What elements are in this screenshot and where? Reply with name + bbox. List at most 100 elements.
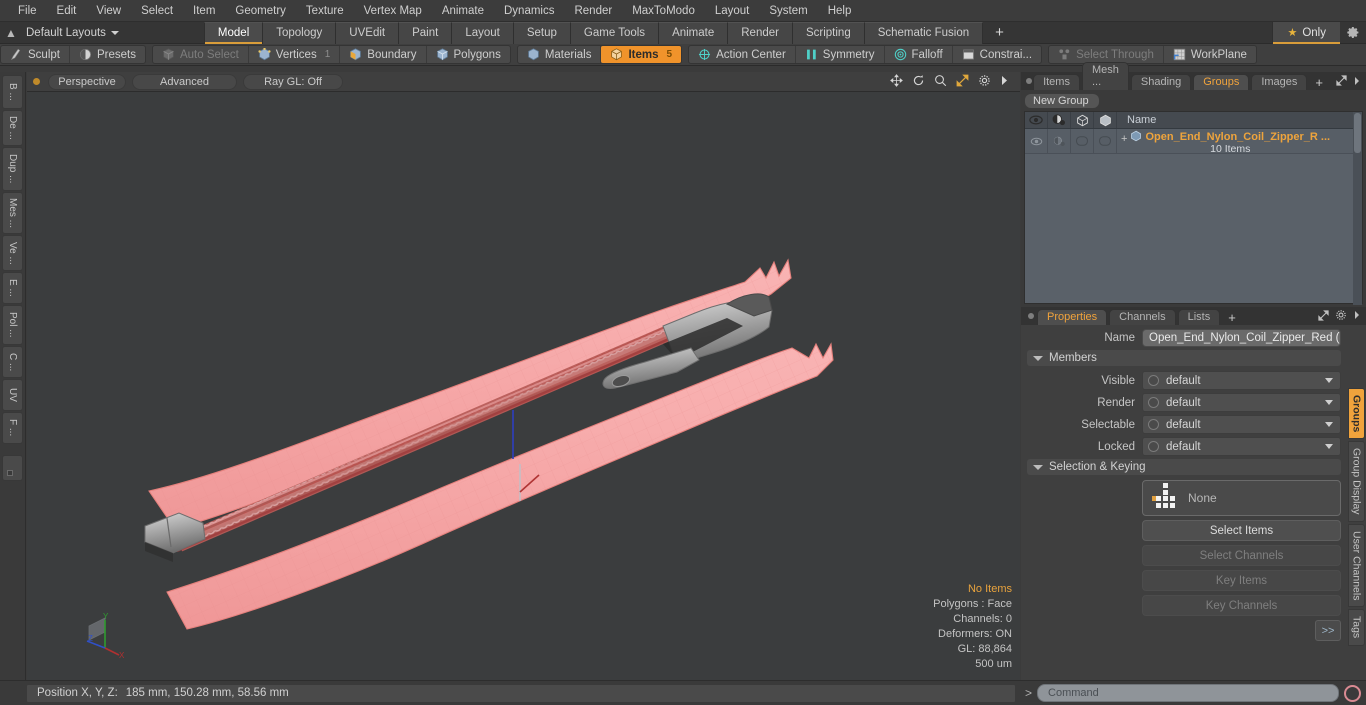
tab-uvedit[interactable]: UVEdit — [336, 21, 400, 44]
presets-button[interactable]: Presets — [70, 46, 145, 63]
more-options-button[interactable]: >> — [1315, 620, 1341, 641]
render-dropdown[interactable]: default — [1142, 393, 1341, 412]
workplane-button[interactable]: WorkPlane — [1164, 46, 1256, 63]
falloff-button[interactable]: Falloff — [885, 46, 953, 63]
wire-icon[interactable] — [1071, 112, 1094, 128]
tab-animate[interactable]: Animate — [659, 21, 729, 44]
gear-icon[interactable] — [1335, 309, 1347, 324]
menu-item-edit[interactable]: Edit — [47, 3, 87, 19]
side-tab-tags[interactable]: Tags — [1348, 609, 1365, 646]
menu-item-file[interactable]: File — [8, 3, 47, 19]
tab-properties[interactable]: Properties — [1037, 309, 1108, 325]
action-center-button[interactable]: Action Center — [689, 46, 796, 63]
viewport-raygl-button[interactable]: Ray GL: Off — [243, 73, 343, 90]
tab-model[interactable]: Model — [203, 21, 264, 44]
left-tab-edge[interactable]: E ... — [2, 272, 23, 304]
tab-render[interactable]: Render — [728, 21, 793, 44]
selectable-dropdown[interactable]: default — [1142, 415, 1341, 434]
only-toggle-button[interactable]: ★ Only — [1272, 21, 1340, 44]
symmetry-button[interactable]: Symmetry — [796, 46, 885, 63]
status-handle[interactable] — [0, 681, 26, 705]
menu-item-vertex-map[interactable]: Vertex Map — [354, 3, 432, 19]
materials-button[interactable]: Materials — [518, 46, 602, 63]
left-tab-duplicate[interactable]: Dup ... — [2, 147, 23, 191]
menu-item-select[interactable]: Select — [131, 3, 183, 19]
left-tab-vertex[interactable]: Ve ... — [2, 235, 23, 271]
sculpt-button[interactable]: Sculpt — [1, 46, 70, 63]
menu-item-texture[interactable]: Texture — [296, 3, 354, 19]
gear-icon[interactable] — [1340, 22, 1366, 44]
polygons-button[interactable]: Polygons — [427, 46, 510, 63]
tab-items[interactable]: Items — [1033, 74, 1080, 90]
shade-icon[interactable] — [1048, 112, 1071, 128]
menu-item-help[interactable]: Help — [818, 3, 862, 19]
auto-select-button[interactable]: Auto Select — [153, 46, 249, 63]
side-tab-groups[interactable]: Groups — [1348, 388, 1365, 440]
expand-icon[interactable] — [1318, 309, 1329, 324]
chevron-right-icon[interactable] — [1000, 75, 1009, 89]
tab-game-tools[interactable]: Game Tools — [570, 21, 660, 44]
zoom-icon[interactable] — [934, 74, 947, 90]
viewport-menu-dot[interactable] — [33, 78, 40, 85]
tab-mesh[interactable]: Mesh ... — [1081, 62, 1129, 90]
selection-keying-section-header[interactable]: Selection & Keying — [1027, 459, 1341, 475]
row-wire-toggle[interactable] — [1071, 129, 1094, 153]
left-tab-polygon[interactable]: Pol ... — [2, 305, 23, 345]
tab-paint[interactable]: Paint — [399, 21, 453, 44]
chevron-right-icon[interactable] — [1353, 76, 1361, 89]
tab-topology[interactable]: Topology — [263, 21, 337, 44]
fit-icon[interactable] — [956, 74, 969, 90]
table-row[interactable]: + Open_End_Nylon_Coil_Zipper_R ... 10 It… — [1025, 129, 1362, 155]
menu-item-item[interactable]: Item — [183, 3, 225, 19]
boundary-button[interactable]: Boundary — [340, 46, 427, 63]
move-icon[interactable] — [890, 73, 903, 90]
row-visibility-toggle[interactable] — [1025, 129, 1048, 153]
left-tab-fusion[interactable]: F ... — [2, 412, 23, 444]
new-group-button[interactable]: New Group — [1024, 93, 1100, 109]
tab-layout[interactable]: Layout — [452, 21, 514, 44]
constraint-button[interactable]: Constrai... — [953, 46, 1041, 63]
name-field[interactable]: Open_End_Nylon_Coil_Zipper_Red (3) — [1142, 329, 1341, 347]
left-tab-curve[interactable]: C ... — [2, 346, 23, 378]
select-items-button[interactable]: Select Items — [1142, 520, 1341, 541]
add-properties-tab-button[interactable]: + — [1222, 310, 1242, 325]
locked-dropdown[interactable]: default — [1142, 437, 1341, 456]
command-input[interactable]: Command — [1037, 684, 1339, 702]
viewport-view-mode-button[interactable]: Perspective — [48, 73, 126, 90]
tab-setup[interactable]: Setup — [513, 21, 571, 44]
menu-item-layout[interactable]: Layout — [705, 3, 760, 19]
group-list[interactable]: Name + Open_End_Nylon_Coil_Zipper_R ... — [1024, 111, 1363, 305]
selection-set-picker[interactable]: None — [1142, 480, 1341, 516]
side-tab-user-channels[interactable]: User Channels — [1348, 523, 1365, 608]
viewport-shading-button[interactable]: Advanced — [132, 73, 237, 90]
tab-images[interactable]: Images — [1251, 74, 1308, 90]
items-button[interactable]: Items 5 — [601, 46, 682, 63]
record-icon[interactable] — [1344, 684, 1361, 702]
left-tab-deform[interactable]: De ... — [2, 110, 23, 146]
menu-item-maxtomodo[interactable]: MaxToModo — [622, 3, 705, 19]
visible-dropdown[interactable]: default — [1142, 371, 1341, 390]
select-through-button[interactable]: Select Through — [1049, 46, 1164, 63]
left-tab-uv[interactable]: UV — [2, 379, 23, 411]
tab-shading[interactable]: Shading — [1130, 74, 1192, 90]
add-panel-tab-button[interactable]: + — [1309, 75, 1329, 90]
row-shade-toggle[interactable] — [1048, 129, 1071, 153]
menu-item-render[interactable]: Render — [564, 3, 622, 19]
expand-icon[interactable] — [1336, 75, 1347, 89]
left-strip-panel-handle[interactable] — [2, 455, 23, 481]
members-section-header[interactable]: Members — [1027, 350, 1341, 366]
left-tab-mesh[interactable]: Mes ... — [2, 192, 23, 234]
side-tab-group-display[interactable]: Group Display — [1348, 441, 1365, 522]
add-tab-button[interactable]: + — [983, 22, 1016, 44]
eye-icon[interactable] — [1025, 112, 1048, 128]
chevron-right-icon[interactable] — [1353, 310, 1361, 323]
properties-menu-dot[interactable] — [1025, 307, 1037, 325]
tab-channels[interactable]: Channels — [1109, 309, 1176, 325]
menu-item-geometry[interactable]: Geometry — [225, 3, 296, 19]
tab-lists[interactable]: Lists — [1177, 309, 1221, 325]
tab-scripting[interactable]: Scripting — [792, 21, 865, 44]
gear-icon[interactable] — [978, 74, 991, 90]
rotate-icon[interactable] — [912, 74, 925, 90]
menu-item-animate[interactable]: Animate — [432, 3, 494, 19]
group-row-content[interactable]: + Open_End_Nylon_Coil_Zipper_R ... 10 It… — [1117, 129, 1362, 155]
